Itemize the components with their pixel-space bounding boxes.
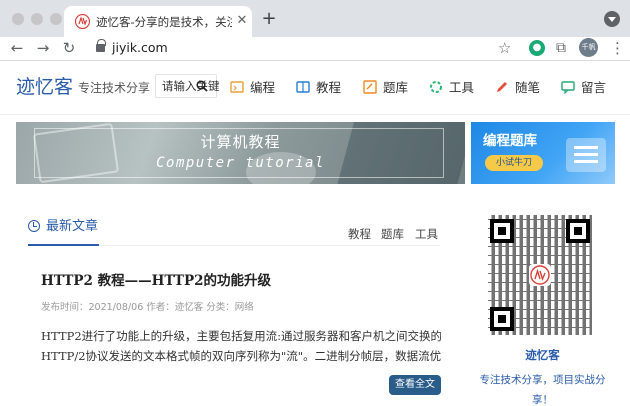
section-underline [28,244,99,246]
banner-title: 计算机教程 [200,133,281,151]
sidebar-slogan-line: 享！ [532,394,553,406]
search-input[interactable]: 请输入关键 [155,74,220,98]
category-link-tools[interactable]: 工具 [415,226,438,242]
extensions-puzzle-icon[interactable]: ⧉ [556,39,566,57]
reload-icon[interactable]: ↻ [60,39,78,57]
profile-avatar[interactable]: 千帆 [579,38,598,57]
search-input-value: 请输入关键 [162,79,220,93]
window-minimize-button[interactable] [31,13,43,25]
post-meta: 发布时间：2021/08/06 作者：迹忆客 分类：网络 [41,302,254,313]
browser-tab-active[interactable]: 迹忆客-分享的是技术，关注的是 ✕ [64,6,252,37]
sidebar-slogan-line: 专注技术分享，项目实战分 [479,374,606,386]
qr-code [488,215,592,335]
quiz-banner-title: 编程题库 [483,133,537,149]
forward-icon[interactable]: → [34,39,52,57]
quiz-banner[interactable]: 编程题库 小试牛刀 [471,122,615,184]
read-more-button[interactable]: 查看全文 [389,375,441,395]
pen-icon [497,82,507,92]
browser-toolbar: ← → ↻ jiyik.com ☆ ● ⧉ 千帆 ⋮ [0,37,630,60]
site-slogan: 专注技术分享 [78,81,151,95]
site-header: 迹忆客 专注技术分享 请输入关键 编程 教程 题库 工具 随笔 留言 [0,61,630,115]
new-tab-button[interactable]: + [259,9,279,29]
qr-finder [490,307,514,331]
back-icon[interactable]: ← [8,39,26,57]
bookmark-star-icon[interactable]: ☆ [498,39,511,57]
nav-item-tools[interactable]: 工具 [429,77,474,97]
nav-label: 留言 [581,80,607,95]
nav-item-essays[interactable]: 随笔 [495,77,540,97]
tab-search-icon[interactable] [604,11,620,27]
window-maximize-button[interactable] [50,13,62,25]
site-logo[interactable]: 迹忆客 [16,75,73,99]
sidebar-slogan: 专注技术分享，项目实战分 享！ [470,370,615,406]
post-excerpt: HTTP2进行了功能上的升级，主要包括复用流:通过服务器和客户机之间交换的 HT… [41,326,441,366]
category-link-quiz[interactable]: 题库 [381,226,404,242]
nav-label: 随笔 [515,80,541,95]
nav-label: 编程 [250,80,276,95]
lock-icon[interactable] [96,39,106,53]
qr-finder [566,219,590,243]
clock-icon [28,220,40,232]
code-icon [230,81,244,93]
nav-label: 教程 [316,80,342,95]
post-title[interactable]: HTTP2 教程——HTTP2的功能升级 [41,272,271,290]
quiz-icon [363,80,377,94]
latest-articles-header: 最新文章 教程 题库 工具 [28,216,440,246]
site-favicon-icon [75,14,90,29]
nav-item-programming[interactable]: 编程 [230,77,275,97]
book-icon [296,81,310,93]
nav-item-messages[interactable]: 留言 [561,77,606,97]
quiz-banner-illustration [566,138,606,172]
nav-label: 工具 [449,80,475,95]
banner-subtitle: Computer tutorial [156,155,325,171]
nav-item-quiz[interactable]: 题库 [363,77,408,97]
post-excerpt-line: HTTP/2协议发送的文本格式帧的双向序列称为"流"。二进制分帧层，数据流优先.… [41,349,441,363]
nav-label: 题库 [383,80,409,95]
search-icon[interactable] [196,80,208,92]
tool-icon [430,81,442,93]
tab-close-icon[interactable]: ✕ [234,13,250,29]
qr-logo-icon [529,264,551,286]
browser-menu-icon[interactable]: ⋮ [610,39,625,57]
message-icon [561,81,575,94]
nav-item-tutorial[interactable]: 教程 [296,77,341,97]
address-bar[interactable]: jiyik.com [112,40,168,56]
category-link-tutorial[interactable]: 教程 [348,226,371,242]
sidebar-site-name: 迹忆客 [525,348,560,362]
tutorial-banner[interactable]: 计算机教程 Computer tutorial [16,122,465,184]
section-title[interactable]: 最新文章 [46,218,98,236]
extension-green-icon[interactable]: ● [529,40,545,56]
window-close-button[interactable] [12,13,24,25]
qr-finder [490,219,514,243]
browser-tabstrip: 迹忆客-分享的是技术，关注的是 ✕ + [0,0,630,37]
tab-title: 迹忆客-分享的是技术，关注的是 [96,15,232,29]
post-excerpt-line: HTTP2进行了功能上的升级，主要包括复用流:通过服务器和客户机之间交换的 [41,329,441,343]
quiz-banner-button[interactable]: 小试牛刀 [485,155,543,171]
